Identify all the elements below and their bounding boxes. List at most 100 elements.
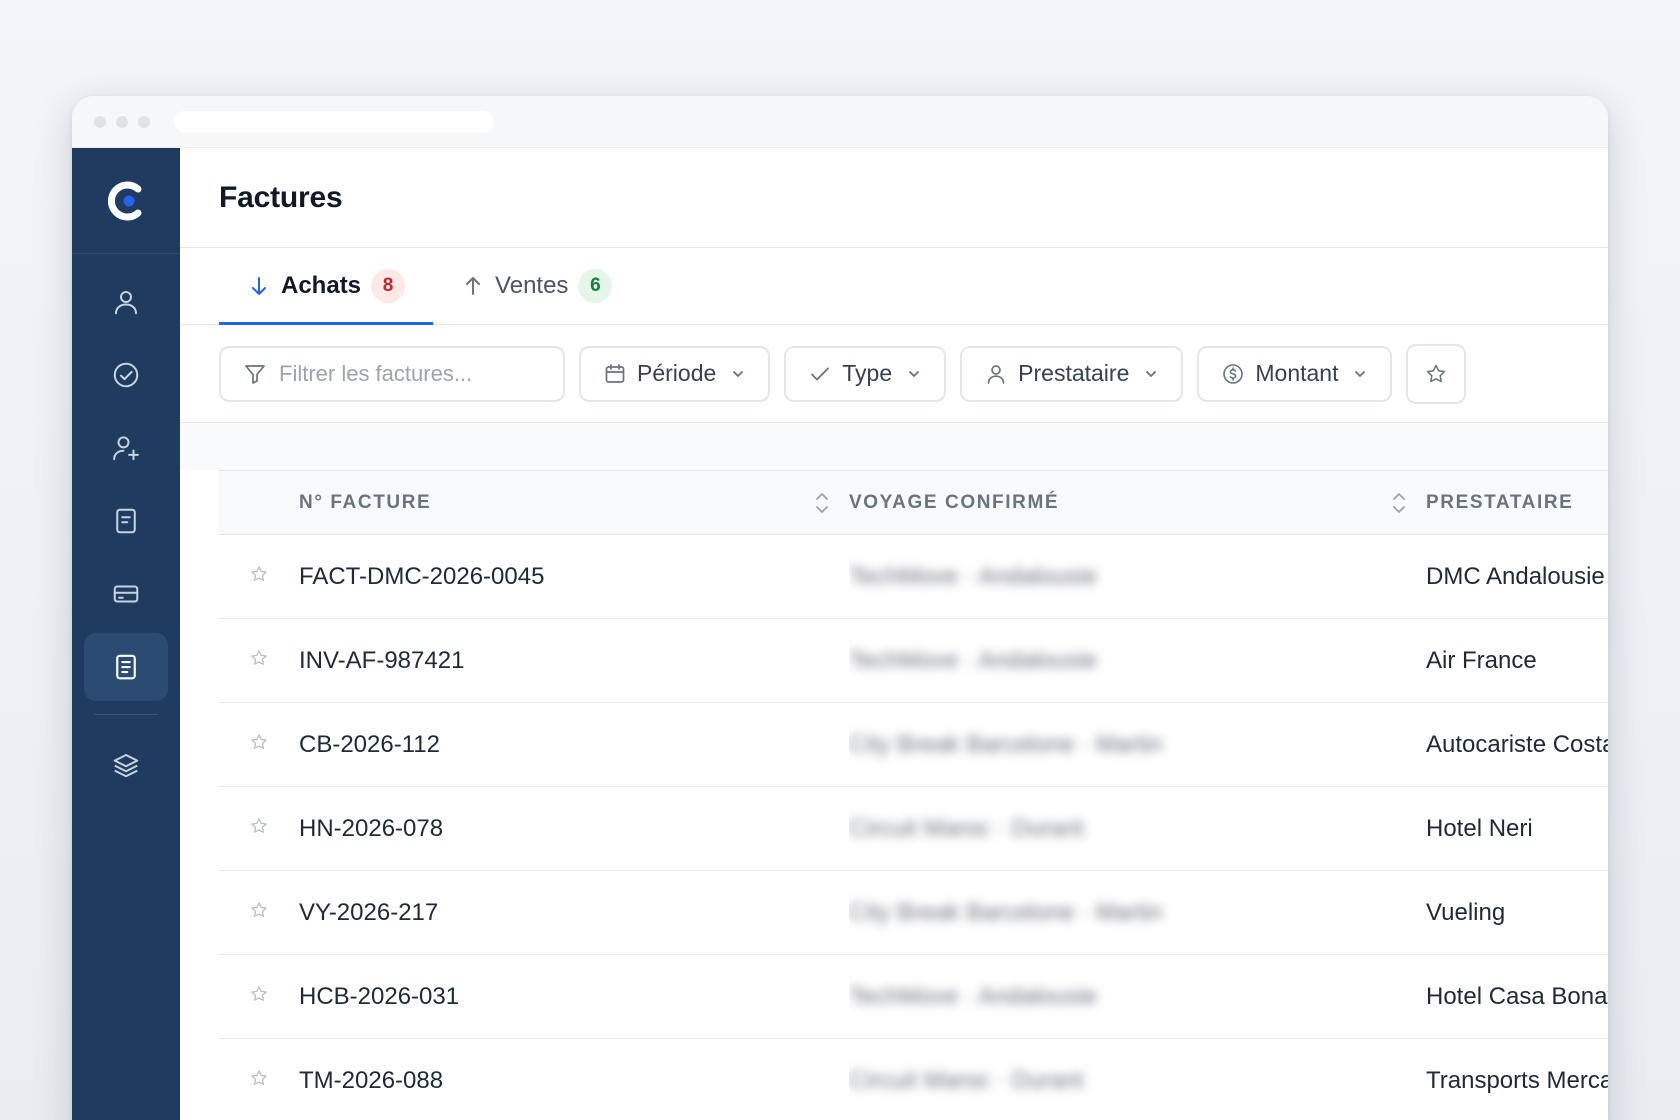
tab-label: Ventes: [495, 272, 569, 299]
trip-name: TechMove · Andalousie: [849, 646, 1098, 674]
window-titlebar: [72, 96, 1608, 148]
column-header-trip[interactable]: Voyage confirmé: [849, 471, 1426, 535]
type-filter-button[interactable]: Type: [784, 345, 947, 402]
star-icon[interactable]: [249, 648, 269, 668]
filter-label: Période: [637, 360, 717, 386]
page-title: Factures: [219, 180, 343, 214]
table-row[interactable]: HN-2026-078 Circuit Maroc · Durant Hotel…: [219, 787, 1608, 871]
invoice-number: INV-AF-987421: [299, 646, 465, 674]
star-icon[interactable]: [249, 900, 269, 920]
page-header: Factures: [180, 148, 1608, 248]
count-badge: 6: [578, 269, 613, 303]
column-header-invoice[interactable]: N° Facture: [299, 471, 849, 535]
invoice-table-wrapper: N° Facture Voyage confirmé: [219, 470, 1608, 1120]
coin-icon: [1223, 363, 1244, 384]
star-column-header: [219, 471, 299, 535]
sidebar-item-contacts[interactable]: [84, 268, 168, 336]
trip-cell: Circuit Maroc · Durant: [849, 787, 1426, 871]
sidebar-item-add-user[interactable]: [84, 414, 168, 482]
search-box[interactable]: [219, 345, 565, 402]
column-label: N° Facture: [299, 491, 432, 513]
check-icon: [811, 367, 830, 380]
invoice-tabs: Achats 8 Ventes 6: [180, 248, 1608, 325]
provider-name: Hotel Neri: [1426, 814, 1533, 842]
sidebar-item-layers[interactable]: [84, 731, 168, 799]
trip-cell: City Break Barcelone · Martin: [849, 703, 1426, 787]
filter-bar: Période Type Prestataire: [180, 325, 1608, 423]
star-cell: [219, 535, 299, 619]
trip-name: TechMove · Andalousie: [849, 982, 1098, 1010]
user-icon: [987, 364, 1005, 384]
table-row[interactable]: VY-2026-217 City Break Barcelone · Marti…: [219, 871, 1608, 955]
sort-icon[interactable]: [813, 490, 831, 516]
sidebar: [72, 148, 180, 1120]
user-plus-icon: [113, 436, 139, 461]
window-dot[interactable]: [116, 115, 128, 128]
calendar-icon: [605, 363, 625, 383]
sidebar-item-invoices[interactable]: [84, 633, 168, 701]
star-cell: [219, 1039, 299, 1120]
sidebar-divider: [94, 714, 158, 715]
prestataire-filter-button[interactable]: Prestataire: [960, 345, 1184, 402]
star-icon[interactable]: [249, 816, 269, 836]
sidebar-item-payments[interactable]: [84, 560, 168, 628]
chevron-down-icon: [1355, 370, 1366, 377]
check-circle-icon: [113, 362, 139, 388]
browser-window: Factures Achats 8 Ventes 6 Filtrer les f…: [72, 96, 1608, 1120]
invoice-number: CB-2026-112: [299, 730, 440, 758]
invoice-icon: [116, 654, 136, 680]
search-input[interactable]: [279, 360, 539, 387]
provider-name: DMC Andalousie: [1426, 562, 1605, 590]
table-row[interactable]: HCB-2026-031 TechMove · Andalousie Hotel…: [219, 955, 1608, 1039]
star-icon[interactable]: [249, 564, 269, 584]
window-dot[interactable]: [94, 115, 106, 128]
window-dot[interactable]: [138, 115, 150, 128]
column-label: Prestataire: [1426, 491, 1574, 513]
periode-filter-button[interactable]: Période: [579, 345, 771, 402]
column-label: Voyage confirmé: [849, 491, 1060, 513]
star-icon[interactable]: [249, 732, 269, 752]
trip-cell: Circuit Maroc · Durant: [849, 1039, 1426, 1120]
table-row[interactable]: FACT-DMC-2026-0045 TechMove · Andalousie…: [219, 535, 1608, 619]
star-icon[interactable]: [249, 984, 269, 1004]
sidebar-item-tasks[interactable]: [84, 341, 168, 409]
star-icon: [1427, 364, 1446, 382]
filter-label: Montant: [1255, 360, 1339, 386]
chevron-down-icon: [909, 370, 920, 377]
address-bar[interactable]: [174, 110, 494, 133]
provider-name: Transports Mercader: [1426, 1066, 1608, 1094]
arrow-up-icon: [466, 277, 481, 295]
tab-achats[interactable]: Achats 8: [219, 248, 434, 325]
filter-icon: [245, 364, 265, 384]
star-cell: [219, 871, 299, 955]
filter-label: Type: [842, 360, 893, 386]
invoice-number: VY-2026-217: [299, 898, 439, 926]
trip-name: City Break Barcelone · Martin: [849, 898, 1163, 926]
logo-icon: [107, 181, 142, 220]
invoice-table-body: FACT-DMC-2026-0045 TechMove · Andalousie…: [219, 535, 1608, 1120]
star-cell: [219, 787, 299, 871]
trip-cell: TechMove · Andalousie: [849, 955, 1426, 1039]
trip-name: Circuit Maroc · Durant: [849, 814, 1084, 842]
tab-label: Achats: [281, 272, 362, 299]
app: Factures Achats 8 Ventes 6 Filtrer les f…: [72, 148, 1608, 1120]
table-row[interactable]: INV-AF-987421 TechMove · Andalousie Air …: [219, 619, 1608, 703]
logo[interactable]: [72, 148, 180, 254]
provider-name: Vueling: [1426, 898, 1506, 926]
star-cell: [219, 703, 299, 787]
document-icon: [116, 508, 136, 534]
table-toolbar-gap: [180, 424, 1608, 470]
table-row[interactable]: TM-2026-088 Circuit Maroc · Durant Trans…: [219, 1039, 1608, 1120]
montant-filter-button[interactable]: Montant: [1197, 345, 1393, 402]
trip-cell: TechMove · Andalousie: [849, 619, 1426, 703]
sidebar-item-documents[interactable]: [84, 487, 168, 555]
star-icon[interactable]: [249, 1068, 269, 1088]
column-header-provider[interactable]: Prestataire: [1426, 471, 1608, 535]
trip-name: City Break Barcelone · Martin: [849, 730, 1163, 758]
sidebar-nav: [84, 268, 168, 804]
favorites-filter-button[interactable]: [1406, 343, 1467, 404]
table-row[interactable]: CB-2026-112 City Break Barcelone · Marti…: [219, 703, 1608, 787]
tab-ventes[interactable]: Ventes 6: [433, 248, 640, 324]
sort-icon[interactable]: [1390, 490, 1408, 516]
star-cell: [219, 619, 299, 703]
